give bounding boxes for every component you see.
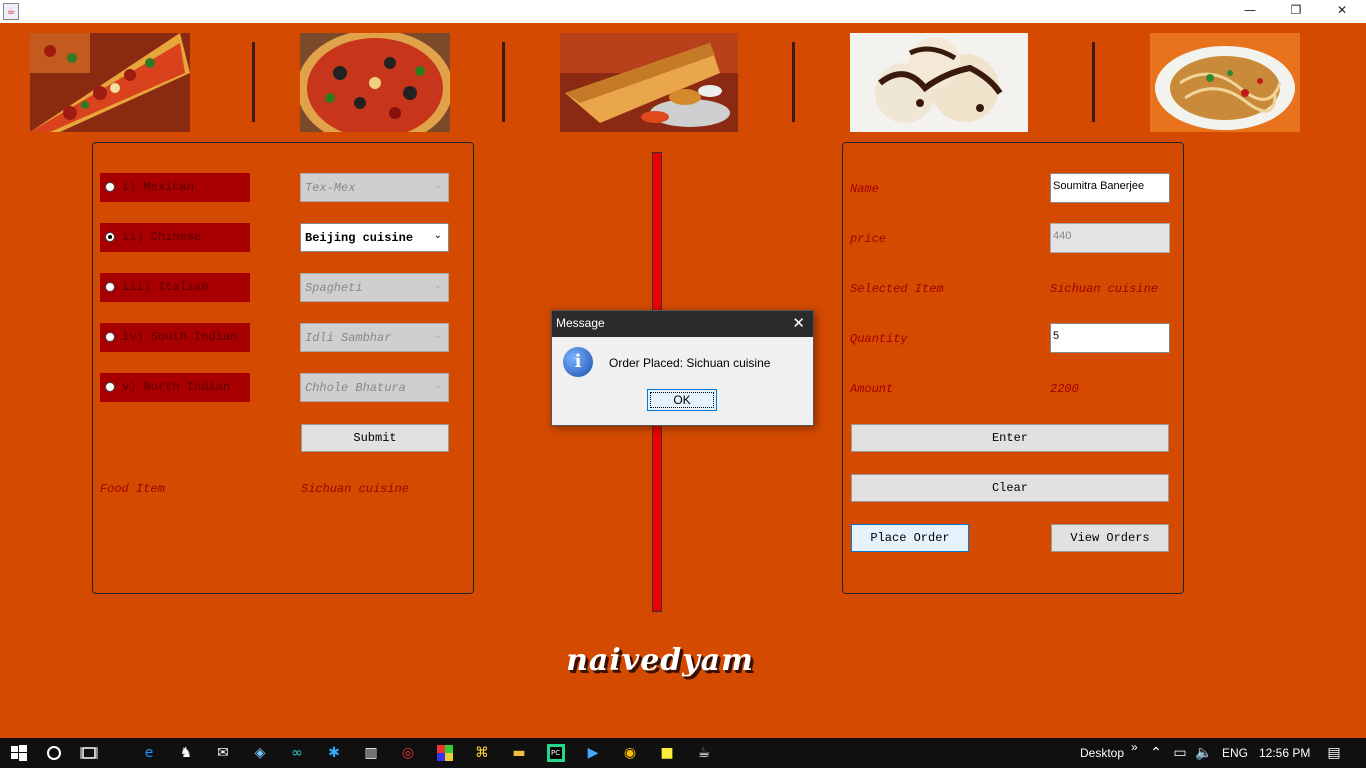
banner-separator bbox=[502, 42, 505, 122]
radio-label: iv) South Indian bbox=[122, 330, 238, 344]
enter-button[interactable]: Enter bbox=[851, 424, 1169, 452]
chevron-down-icon: ⌄ bbox=[433, 330, 442, 341]
place-order-button[interactable]: Place Order bbox=[851, 524, 969, 552]
submit-button[interactable]: Submit bbox=[301, 424, 449, 452]
noodles-image bbox=[1150, 33, 1300, 132]
selected-item-value: Sichuan cuisine bbox=[1050, 282, 1159, 296]
close-icon[interactable]: ✕ bbox=[792, 314, 805, 332]
dish-select-mexican[interactable]: Tex-Mex ⌄ bbox=[300, 173, 449, 202]
chrome-icon[interactable]: ◉ bbox=[621, 744, 639, 762]
edge-icon[interactable]: e bbox=[140, 744, 158, 762]
language-indicator[interactable]: ENG bbox=[1222, 746, 1248, 760]
desktop-toolbar-label[interactable]: Desktop bbox=[1080, 746, 1124, 760]
svg-text:PC: PC bbox=[551, 749, 560, 757]
radio-mexican[interactable]: i) Mexican bbox=[100, 173, 250, 202]
sticky-notes-icon[interactable]: ■ bbox=[658, 744, 676, 762]
dish-select-south-indian[interactable]: Idli Sambhar ⌄ bbox=[300, 323, 449, 352]
dish-select-italian[interactable]: Spagheti ⌄ bbox=[300, 273, 449, 302]
python-icon[interactable]: ⌘ bbox=[473, 744, 491, 762]
quantity-field[interactable]: 5 bbox=[1050, 323, 1170, 353]
minimize-button[interactable]: — bbox=[1227, 0, 1273, 23]
select-value: Spagheti bbox=[305, 281, 363, 295]
chevron-right-icon[interactable]: » bbox=[1131, 740, 1138, 754]
selected-item-label: Selected Item bbox=[850, 282, 944, 296]
arduino-icon[interactable]: ∞ bbox=[288, 744, 306, 762]
food-item-value: Sichuan cuisine bbox=[301, 482, 410, 496]
radio-label: ii) Chinese bbox=[122, 230, 202, 244]
message-dialog: Message ✕ i Order Placed: Sichuan cuisin… bbox=[551, 310, 814, 426]
chevron-down-icon: ⌄ bbox=[433, 230, 442, 241]
radio-button[interactable] bbox=[105, 382, 115, 392]
dosa-image bbox=[560, 33, 738, 132]
banner-separator bbox=[1092, 42, 1095, 122]
price-field: 440 bbox=[1050, 223, 1170, 253]
task-view-icon[interactable] bbox=[80, 744, 98, 762]
banner-separator bbox=[792, 42, 795, 122]
piano-icon[interactable]: ▥ bbox=[362, 744, 380, 762]
radio-label: iii) Italian bbox=[122, 280, 209, 294]
select-value: Idli Sambhar bbox=[305, 331, 392, 345]
ice-cream-image bbox=[850, 33, 1028, 132]
dialog-title-bar: Message ✕ bbox=[552, 311, 813, 337]
pycharm-icon[interactable]: PC bbox=[547, 744, 565, 762]
restore-button[interactable]: ❐ bbox=[1273, 0, 1319, 23]
window-close-button[interactable]: ✕ bbox=[1319, 0, 1365, 23]
app-icon[interactable]: ◎ bbox=[399, 744, 417, 762]
taskbar: e ♞ ✉ ◈ ∞ ✱ ▥ ◎ ⌘ ▬ PC ▶ ◉ ■ ☕ Desktop »… bbox=[0, 738, 1366, 768]
select-value: Tex-Mex bbox=[305, 181, 356, 195]
pizza-image bbox=[300, 33, 450, 132]
view-orders-button[interactable]: View Orders bbox=[1051, 524, 1169, 552]
radio-label: i) Mexican bbox=[122, 180, 195, 194]
radio-button[interactable] bbox=[105, 282, 115, 292]
ok-button[interactable]: OK bbox=[647, 389, 717, 411]
window-title-bar: ☕ — ❐ ✕ bbox=[0, 0, 1366, 23]
brand-logo: naivedyam bbox=[566, 643, 754, 678]
radio-south-indian[interactable]: iv) South Indian bbox=[100, 323, 250, 352]
select-value: Beijing cuisine bbox=[305, 231, 414, 245]
java-icon: ☕ bbox=[3, 3, 19, 20]
powershell-icon[interactable]: ▶ bbox=[584, 744, 602, 762]
radio-chinese[interactable]: ii) Chinese bbox=[100, 223, 250, 252]
radio-north-indian[interactable]: v) North Indian bbox=[100, 373, 250, 402]
cuisine-panel bbox=[92, 142, 474, 594]
mail-icon[interactable]: ✉ bbox=[214, 744, 232, 762]
amount-label: Amount bbox=[850, 382, 894, 396]
java-icon[interactable]: ☕ bbox=[695, 744, 713, 762]
visual-studio-icon[interactable]: ✱ bbox=[325, 744, 343, 762]
radio-button[interactable] bbox=[105, 332, 115, 342]
clear-button[interactable]: Clear bbox=[851, 474, 1169, 502]
notification-icon[interactable]: ▤ bbox=[1325, 744, 1343, 762]
chevron-down-icon: ⌄ bbox=[433, 180, 442, 191]
folder-icon[interactable]: ▬ bbox=[510, 744, 528, 762]
info-icon: i bbox=[563, 347, 593, 377]
name-label: Name bbox=[850, 182, 879, 196]
radio-label: v) North Indian bbox=[122, 380, 231, 394]
chevron-up-icon[interactable]: ⌃ bbox=[1147, 744, 1165, 762]
chevron-down-icon: ⌄ bbox=[433, 380, 442, 391]
dialog-title: Message bbox=[556, 316, 605, 330]
dish-select-chinese[interactable]: Beijing cuisine ⌄ bbox=[300, 223, 449, 252]
battery-icon[interactable]: ▭ bbox=[1171, 744, 1189, 762]
price-label: price bbox=[850, 232, 887, 246]
radio-italian[interactable]: iii) Italian bbox=[100, 273, 250, 302]
eye-icon[interactable]: ◈ bbox=[251, 744, 269, 762]
radio-button[interactable] bbox=[105, 232, 115, 242]
windows-start-icon[interactable] bbox=[10, 744, 28, 762]
food-item-label: Food Item bbox=[100, 482, 165, 496]
select-value: Chhole Bhatura bbox=[305, 381, 406, 395]
search-icon[interactable] bbox=[45, 744, 63, 762]
volume-icon[interactable]: 🔈 bbox=[1195, 744, 1213, 762]
dialog-message: Order Placed: Sichuan cuisine bbox=[609, 356, 771, 370]
name-field[interactable]: Soumitra Banerjee bbox=[1050, 173, 1170, 203]
banner-separator bbox=[252, 42, 255, 122]
user-icon[interactable]: ♞ bbox=[177, 744, 195, 762]
pizza-slice-image bbox=[30, 33, 190, 132]
radio-button[interactable] bbox=[105, 182, 115, 192]
dish-select-north-indian[interactable]: Chhole Bhatura ⌄ bbox=[300, 373, 449, 402]
paint-icon[interactable] bbox=[436, 744, 454, 762]
amount-value: 2200 bbox=[1050, 382, 1079, 396]
chevron-down-icon: ⌄ bbox=[433, 280, 442, 291]
clock[interactable]: 12:56 PM bbox=[1259, 746, 1310, 760]
quantity-label: Quantity bbox=[850, 332, 908, 346]
